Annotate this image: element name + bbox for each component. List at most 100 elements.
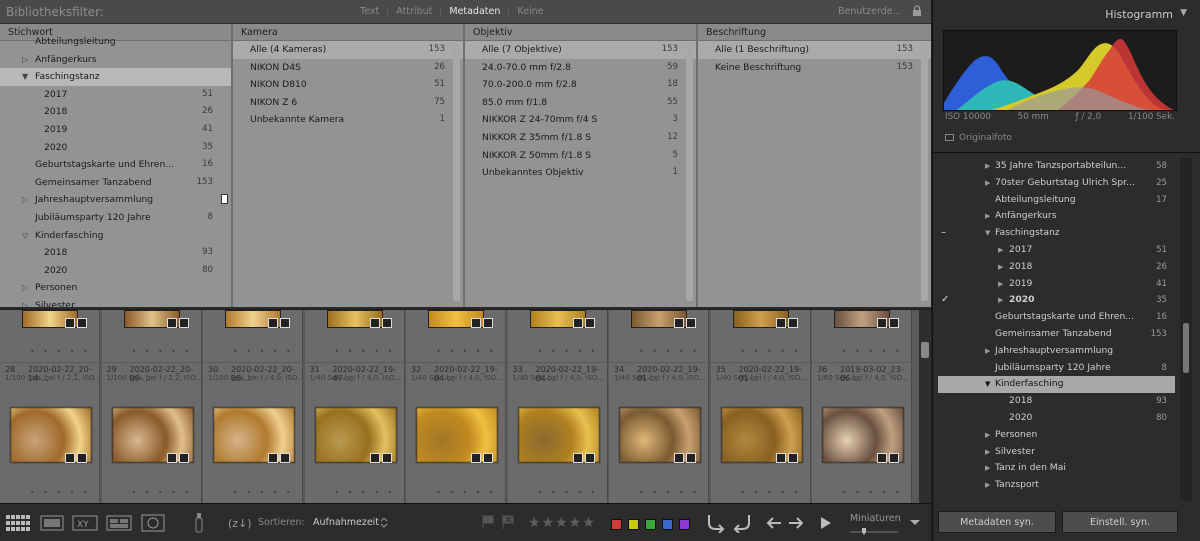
edit-badge-icon[interactable] bbox=[178, 318, 189, 328]
keyword-badge-icon[interactable] bbox=[877, 318, 887, 328]
keyword-row[interactable]: Gemeinsamer Tanzabend 153 bbox=[938, 326, 1175, 343]
stichwort-row[interactable]: Jubiläumsparty 120 Jahre 8 bbox=[0, 209, 231, 227]
checkmark-icon[interactable]: ✓ bbox=[941, 292, 949, 309]
keyword-row[interactable]: ▶ 2017 51 bbox=[938, 242, 1175, 259]
kamera-row[interactable]: NIKON Z 6 75 bbox=[233, 94, 463, 112]
objektiv-row[interactable]: Alle (7 Objektive) 153 bbox=[465, 41, 696, 59]
grid-cell-top[interactable]: • • • • • bbox=[304, 310, 405, 362]
toolbar-menu-chevron-icon[interactable] bbox=[910, 519, 920, 527]
rating-dots[interactable]: • • • • • bbox=[132, 488, 193, 497]
keyword-badge-icon[interactable] bbox=[572, 318, 583, 328]
objektiv-row[interactable]: Unbekanntes Objektiv 1 bbox=[465, 164, 696, 182]
disclosure-triangle-icon[interactable]: ▷ bbox=[22, 279, 28, 297]
filter-preset-dropdown[interactable]: Benutzerde... bbox=[838, 6, 902, 17]
objektiv-row[interactable]: 24.0-70.0 mm f/2.8 59 bbox=[465, 59, 696, 77]
edit-badge-icon[interactable] bbox=[77, 453, 87, 463]
disclosure-triangle-icon[interactable]: ▽ bbox=[22, 227, 28, 245]
grid-cell[interactable]: 30 2020-02-22_20-08-... 1/100 Sek. bei f /… bbox=[203, 363, 304, 503]
people-view-icon[interactable] bbox=[141, 514, 165, 532]
color-label-2[interactable] bbox=[645, 519, 656, 530]
grid-cell[interactable]: 32 2020-02-22_19-04-... 1/40 Sek. bei f / … bbox=[406, 363, 506, 503]
rotate-left-icon[interactable] bbox=[706, 513, 726, 533]
rating-dots[interactable]: • • • • • bbox=[30, 488, 91, 497]
edit-badge-icon[interactable] bbox=[787, 318, 798, 328]
rating-dots[interactable]: • • • • • bbox=[335, 347, 396, 356]
disclosure-triangle-icon[interactable]: ▶ bbox=[985, 427, 990, 444]
disclosure-triangle-icon[interactable]: ▶ bbox=[998, 276, 1003, 293]
histogram-header[interactable]: Histogramm ▼ bbox=[933, 0, 1200, 28]
keyword-row[interactable]: 2018 93 bbox=[938, 393, 1175, 410]
rotate-right-icon[interactable] bbox=[732, 513, 752, 533]
objektiv-row[interactable]: NIKKOR Z 50mm f/1.8 S 5 bbox=[465, 147, 696, 165]
rating-dots[interactable]: • • • • • bbox=[538, 488, 599, 497]
grid-cell[interactable]: 36 2019-03-02_23-06-... 1/60 Sek. bei f / … bbox=[812, 363, 912, 503]
grid-cell-top[interactable]: • • • • • bbox=[406, 310, 506, 362]
grid-cell[interactable]: 33 2020-02-22_19-04-... 1/40 Sek. bei f / … bbox=[507, 363, 608, 503]
rating-dots[interactable]: • • • • • bbox=[233, 347, 294, 356]
keyword-badge-icon[interactable] bbox=[572, 453, 583, 463]
kamera-row[interactable]: Alle (4 Kameras) 153 bbox=[233, 41, 463, 59]
edit-badge-icon[interactable] bbox=[787, 453, 798, 463]
grid-cell[interactable]: 35 2020-02-22_19-01-... 1/40 Sek. bei f / … bbox=[710, 363, 811, 503]
stichwort-row[interactable]: ▽ Kinderfasching bbox=[0, 227, 231, 245]
keyword-badge-icon[interactable] bbox=[775, 318, 786, 328]
previous-arrow-icon[interactable] bbox=[766, 517, 782, 529]
keyword-badge-icon[interactable] bbox=[65, 453, 75, 463]
grid-cell-top[interactable]: • • • • • bbox=[101, 310, 202, 362]
keyword-badge-icon[interactable] bbox=[166, 318, 177, 328]
edit-badge-icon[interactable] bbox=[483, 453, 493, 463]
grid-cell-top[interactable]: • • • • • bbox=[609, 310, 709, 362]
keyword-scrollbar[interactable] bbox=[1180, 158, 1192, 501]
stichwort-row[interactable]: 2020 80 bbox=[0, 262, 231, 280]
disclosure-triangle-icon[interactable]: ▷ bbox=[22, 51, 28, 69]
keyword-badge-icon[interactable] bbox=[166, 453, 177, 463]
rating-dots[interactable]: • • • • • bbox=[132, 347, 193, 356]
beschriftung-row[interactable]: Keine Beschriftung 153 bbox=[698, 59, 931, 77]
rating-dots[interactable]: • • • • • bbox=[639, 347, 700, 356]
edit-badge-icon[interactable] bbox=[889, 453, 899, 463]
keyword-row[interactable]: – ▼ Faschingstanz bbox=[938, 225, 1175, 242]
edit-badge-icon[interactable] bbox=[889, 318, 899, 328]
stichwort-row[interactable]: 2020 35 bbox=[0, 139, 231, 157]
keyword-row[interactable]: 2020 80 bbox=[938, 410, 1175, 427]
objektiv-row[interactable]: 70.0-200.0 mm f/2.8 18 bbox=[465, 76, 696, 94]
rating-dots[interactable]: • • • • • bbox=[335, 488, 396, 497]
stichwort-row[interactable]: ▷ Silvester bbox=[0, 297, 231, 307]
disclosure-triangle-icon[interactable]: ▶ bbox=[985, 175, 990, 192]
rating-dots[interactable]: • • • • • bbox=[538, 347, 599, 356]
grid-cell-top[interactable]: • • • • • bbox=[812, 310, 912, 362]
keyword-badge-icon[interactable] bbox=[369, 453, 380, 463]
rating-dots[interactable]: • • • • • bbox=[741, 347, 802, 356]
keyword-row[interactable]: Geburtstagskarte und Ehren... 16 bbox=[938, 309, 1175, 326]
stichwort-row[interactable]: ▷ Jahreshauptversammlung bbox=[0, 191, 231, 209]
keyword-badge-icon[interactable] bbox=[268, 453, 278, 463]
disclosure-triangle-icon[interactable]: ▶ bbox=[985, 460, 990, 477]
filter-mode-1[interactable]: Attribut bbox=[387, 6, 440, 17]
grid-scrollbar[interactable] bbox=[919, 310, 931, 503]
edit-badge-icon[interactable] bbox=[686, 318, 696, 328]
edit-badge-icon[interactable] bbox=[584, 318, 595, 328]
play-icon[interactable] bbox=[820, 516, 832, 530]
grid-cell-top[interactable]: • • • • • bbox=[710, 310, 811, 362]
stichwort-row[interactable]: ▷ Personen bbox=[0, 279, 231, 297]
grid-cell-top[interactable]: • • • • • bbox=[203, 310, 303, 362]
objektiv-row[interactable]: NIKKOR Z 35mm f/1.8 S 12 bbox=[465, 129, 696, 147]
color-label-1[interactable] bbox=[628, 519, 639, 530]
edit-badge-icon[interactable] bbox=[584, 453, 595, 463]
keyword-badge-icon[interactable] bbox=[471, 318, 481, 328]
keyword-row[interactable]: ▶ Anfängerkurs bbox=[938, 208, 1175, 225]
stichwort-row[interactable]: 2018 93 bbox=[0, 244, 231, 262]
sort-direction-icon[interactable]: (z↓) bbox=[228, 514, 252, 532]
edit-badge-icon[interactable] bbox=[381, 318, 392, 328]
edit-badge-icon[interactable] bbox=[280, 318, 290, 328]
keyword-row[interactable]: ▶ Personen bbox=[938, 427, 1175, 444]
rating-dots[interactable]: • • • • • bbox=[30, 347, 91, 356]
disclosure-triangle-icon[interactable]: ▼ bbox=[22, 68, 28, 86]
rating-dots[interactable]: • • • • • bbox=[842, 347, 903, 356]
grid-cell-top[interactable]: • • • • • bbox=[507, 310, 608, 362]
color-label-3[interactable] bbox=[662, 519, 673, 530]
keyword-badge-icon[interactable] bbox=[775, 453, 786, 463]
edit-badge-icon[interactable] bbox=[178, 453, 189, 463]
color-label-0[interactable] bbox=[611, 519, 622, 530]
disclosure-triangle-icon[interactable]: ▶ bbox=[985, 208, 990, 225]
